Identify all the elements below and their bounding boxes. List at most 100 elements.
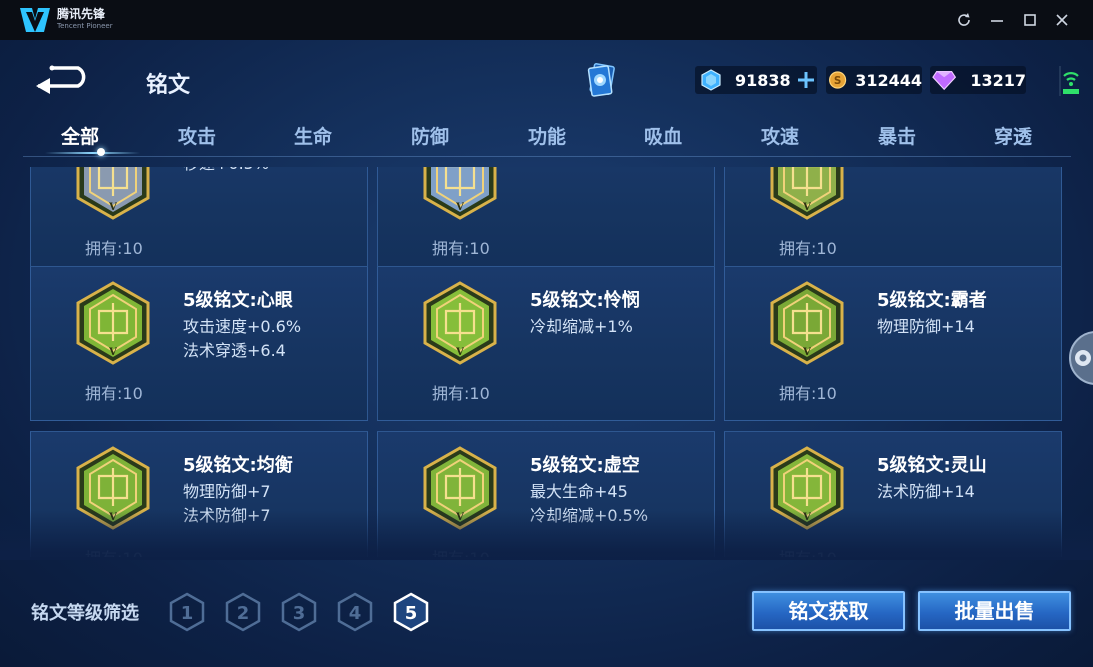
svg-text:V: V [802, 202, 811, 213]
acquire-runes-button[interactable]: 铭文获取 [752, 591, 905, 631]
rune-attribute: 移速+0.5% [183, 167, 269, 174]
rune-card[interactable]: V 5级铭文:霸者 物理防御+14 拥有:10 [724, 266, 1062, 421]
close-icon[interactable] [1051, 9, 1073, 31]
rune-card[interactable]: V 5级铭文:虚空最大生命+45 冷却缩减+0.5% 拥有:10 [377, 431, 715, 557]
emulator-titlebar: 腾讯先锋 Tencent Pioneer [0, 0, 1093, 40]
rune-attribute: 物理防御+7 [183, 482, 271, 501]
rune-owned-count: 拥有:10 [432, 384, 490, 403]
tab-penetration[interactable]: 穿透 [968, 122, 1058, 149]
rune-emblem-icon: V [770, 167, 844, 220]
rune-card[interactable]: V 5级铭文:均衡物理防御+7 法术防御+7 拥有:10 [30, 431, 368, 557]
tab-all[interactable]: 全部 [35, 122, 125, 149]
rune-card[interactable]: V 5级铭文:灵山法术防御+14 拥有:10 [724, 431, 1062, 557]
active-tab-underline [45, 152, 140, 154]
rune-owned-count: 拥有:10 [779, 384, 837, 403]
level-3-button[interactable]: 3 [279, 592, 319, 632]
rune-owned-count: 拥有:10 [85, 384, 143, 403]
rune-emblem-icon: V [770, 446, 844, 530]
rune-attribute: 法术穿透+6.4 [183, 341, 286, 360]
app-subtitle: Tencent Pioneer [57, 22, 113, 30]
refresh-icon[interactable] [953, 9, 975, 31]
svg-text:V: V [455, 347, 464, 358]
rune-name: 5级铭文:灵山 [877, 455, 987, 476]
rune-emblem-icon: V [76, 446, 150, 530]
rune-emblem-icon: V [76, 281, 150, 365]
page-title: 铭文 [146, 73, 191, 98]
level-number: 3 [293, 603, 306, 624]
batch-sell-button[interactable]: 批量出售 [918, 591, 1071, 631]
purple-diamond-icon [932, 71, 957, 91]
rune-owned-count: 拥有:10 [779, 239, 837, 258]
tab-attack[interactable]: 攻击 [152, 122, 242, 149]
rune-owned-count: 拥有:10 [432, 239, 490, 258]
tab-attack-speed[interactable]: 攻速 [735, 122, 825, 149]
rune-card[interactable]: V物理穿透+6.4拥有:10 [724, 167, 1062, 276]
rune-grid: V每5秒回血+5移速+0.5%拥有:10V移速+1%拥有:10V物理穿透+6.4… [0, 167, 1093, 557]
tab-critical[interactable]: 暴击 [852, 122, 942, 149]
svg-text:V: V [108, 202, 117, 213]
app-title: 腾讯先锋 [57, 7, 106, 21]
svg-text:V: V [802, 512, 811, 523]
minimize-icon[interactable] [986, 9, 1008, 31]
rune-owned-count: 拥有:10 [85, 239, 143, 258]
gold-coin-icon: S [829, 71, 847, 89]
rune-name: 5级铭文:虚空 [530, 455, 640, 476]
level-1-button[interactable]: 1 [167, 592, 207, 632]
svg-text:V: V [455, 202, 464, 213]
svg-text:V: V [455, 512, 464, 523]
category-tabs: 全部 攻击 生命 防御 功能 吸血 攻速 暴击 穿透 [23, 118, 1071, 160]
rune-name: 5级铭文:均衡 [183, 455, 293, 476]
level-number: 5 [405, 603, 418, 624]
rune-attribute: 法术防御+14 [877, 482, 975, 501]
svg-text:V: V [108, 512, 117, 523]
rune-owned-count: 拥有:10 [432, 545, 490, 557]
rune-attribute: 冷却缩减+0.5% [530, 506, 649, 525]
currency-purple-diamond: 13217 [930, 66, 1026, 94]
rune-card[interactable]: V每5秒回血+5移速+0.5%拥有:10 [30, 167, 368, 276]
tab-health[interactable]: 生命 [268, 122, 358, 149]
app-logo-icon [20, 8, 50, 32]
rune-attribute: 冷却缩减+1% [530, 317, 633, 336]
currency-blue-gem: 91838 [695, 66, 817, 94]
side-drawer-handle[interactable] [1056, 330, 1093, 386]
rune-attribute: 最大生命+45 [530, 482, 628, 501]
currency-gold-coin: S 312444 [826, 66, 922, 94]
level-filter-label: 铭文等级筛选 [31, 603, 139, 624]
level-number: 4 [349, 603, 362, 624]
rune-emblem-icon: V [423, 446, 497, 530]
back-arrow-icon[interactable] [34, 64, 94, 94]
svg-text:S: S [834, 75, 841, 87]
rune-attribute: 攻击速度+0.6% [183, 317, 302, 336]
rune-emblem-icon: V [423, 281, 497, 365]
rune-emblem-icon: V [423, 167, 497, 220]
level-5-button[interactable]: 5 [391, 592, 431, 632]
tab-utility[interactable]: 功能 [502, 122, 592, 149]
level-number: 2 [237, 603, 250, 624]
add-icon[interactable] [795, 69, 817, 91]
rune-emblem-icon: V [770, 281, 844, 365]
game-screen: 铭文 91838 S 312444 13217 全部 攻击 生命 防御 功能 吸… [0, 40, 1093, 667]
level-4-button[interactable]: 4 [335, 592, 375, 632]
tabs-divider [23, 156, 1071, 157]
rune-card[interactable]: V移速+1%拥有:10 [377, 167, 715, 276]
rune-card[interactable]: V 5级铭文:心眼 攻击速度+0.6% 法术穿透+6.4 拥有:10 [30, 266, 368, 421]
svg-text:V: V [802, 347, 811, 358]
rune-name: 5级铭文:霸者 [877, 290, 987, 311]
active-tab-indicator [97, 148, 105, 156]
rune-emblem-icon: V [76, 167, 150, 220]
rune-card[interactable]: V 5级铭文:怜悯 冷却缩减+1% 拥有:10 [377, 266, 715, 421]
level-2-button[interactable]: 2 [223, 592, 263, 632]
tab-lifesteal[interactable]: 吸血 [618, 122, 708, 149]
wifi-signal-icon [1059, 66, 1079, 96]
rune-card-icon[interactable] [582, 60, 622, 100]
tab-defense[interactable]: 防御 [385, 122, 475, 149]
level-number: 1 [181, 603, 194, 624]
maximize-icon[interactable] [1019, 9, 1041, 31]
blue-gem-icon [701, 69, 721, 91]
gold-coin-value: 312444 [855, 70, 922, 90]
rune-attribute: 物理防御+14 [877, 317, 975, 336]
rune-header: 铭文 91838 S 312444 13217 [0, 40, 1093, 120]
rune-name: 5级铭文:心眼 [183, 290, 293, 311]
blue-gem-value: 91838 [735, 70, 791, 90]
rune-name: 5级铭文:怜悯 [530, 290, 640, 311]
